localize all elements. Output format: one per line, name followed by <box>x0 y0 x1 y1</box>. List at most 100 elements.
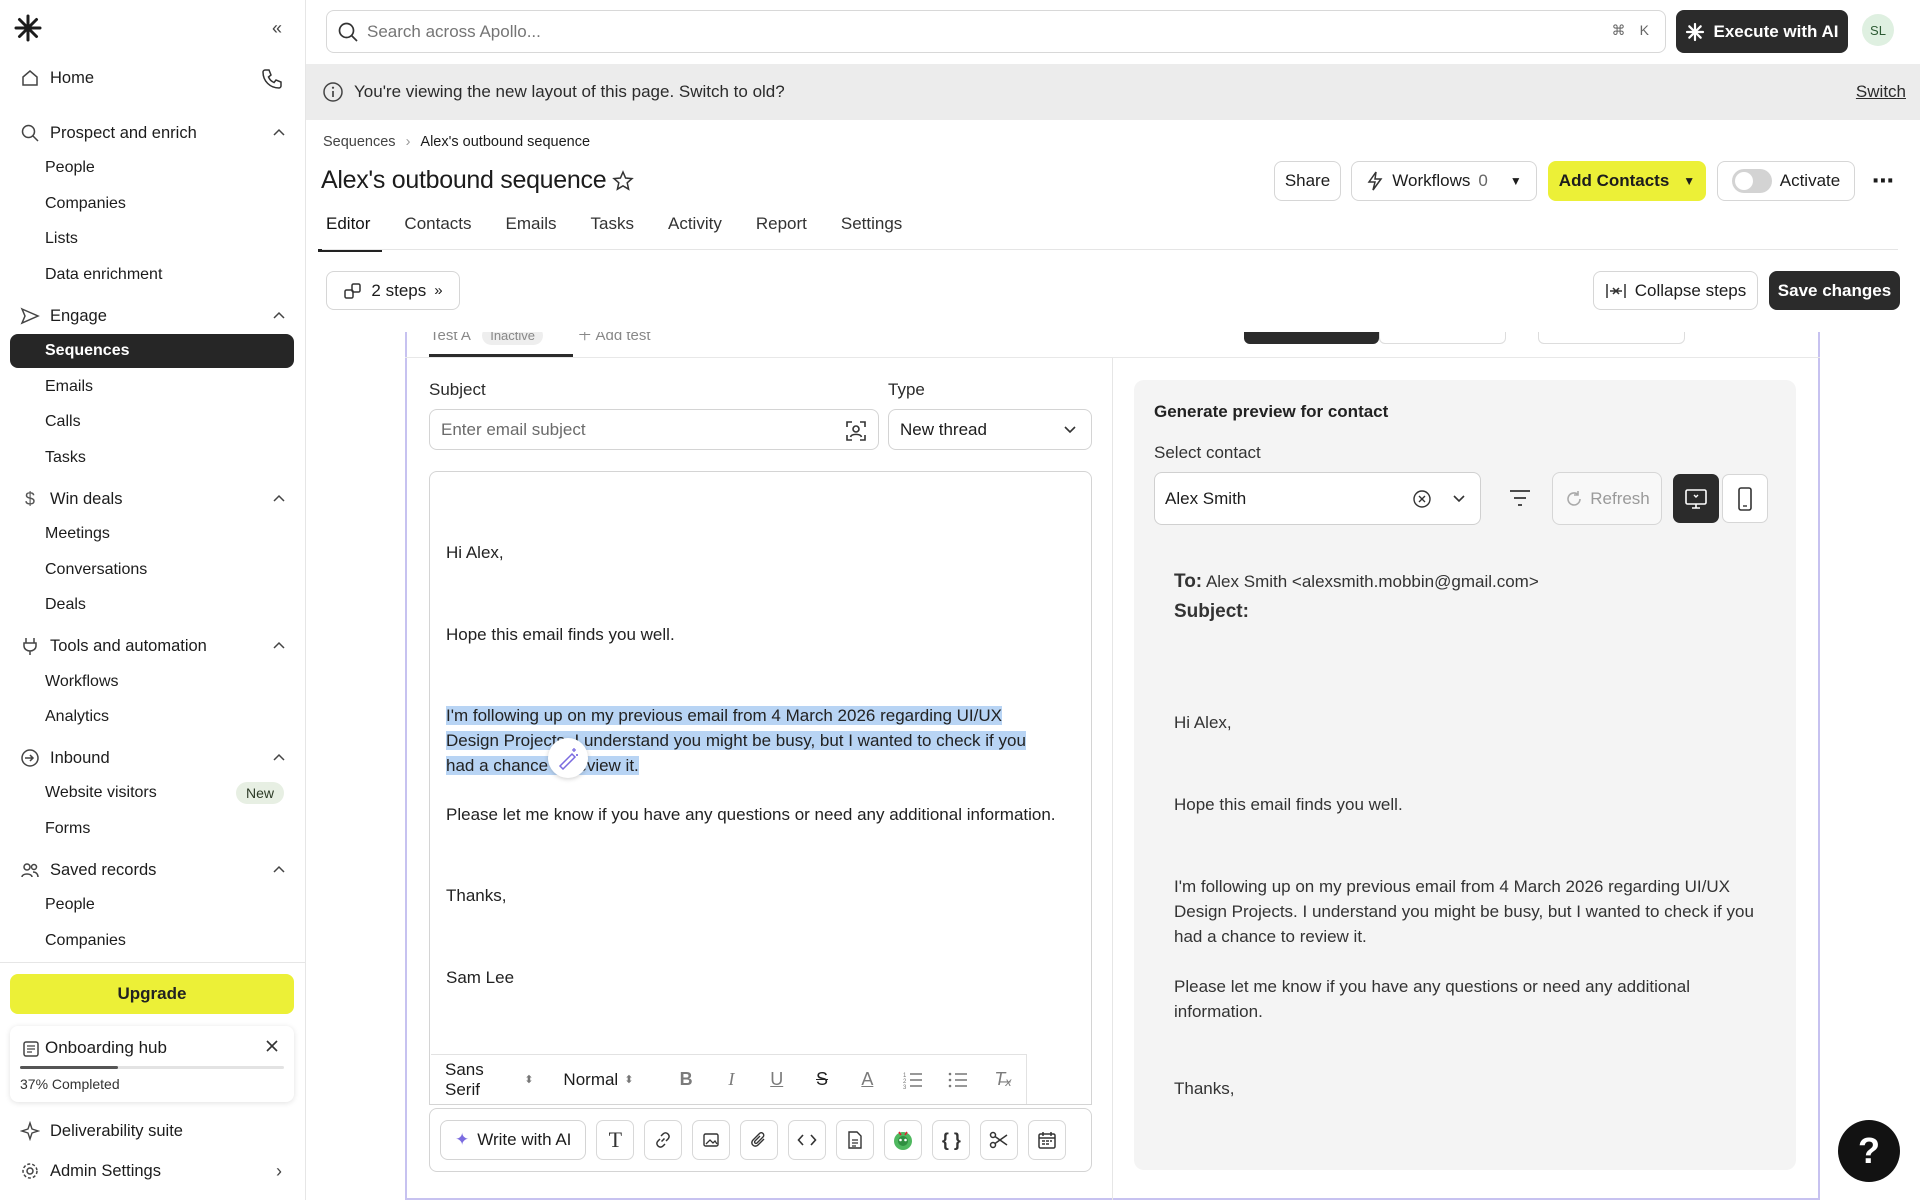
nav-section-inbound[interactable]: Inbound <box>10 741 294 775</box>
sidebar-item-sequences[interactable]: Sequences <box>10 334 294 368</box>
email-body-editor[interactable]: Hi Alex, Hope this email finds you well.… <box>429 471 1092 1105</box>
document-icon[interactable] <box>836 1120 875 1160</box>
breadcrumb-sequences[interactable]: Sequences <box>323 134 396 150</box>
sidebar-item-calls[interactable]: Calls <box>10 405 294 439</box>
font-family-select[interactable]: Sans Serif ⬍ <box>445 1060 533 1100</box>
execute-with-ai-label: Execute with AI <box>1713 21 1839 41</box>
more-options-icon[interactable]: ⋯ <box>1872 168 1895 194</box>
tab-contacts[interactable]: Contacts <box>400 206 475 250</box>
tab-settings[interactable]: Settings <box>837 206 906 250</box>
sidebar-item-conversations[interactable]: Conversations <box>10 553 294 587</box>
tab-emails[interactable]: Emails <box>502 206 561 250</box>
phone-icon[interactable] <box>260 67 284 91</box>
type-select[interactable]: New thread <box>888 409 1092 450</box>
nav-section-saved-records[interactable]: Saved records <box>10 853 294 887</box>
chevron-down-icon[interactable] <box>1452 494 1466 504</box>
nav-section-tools[interactable]: Tools and automation <box>10 629 294 663</box>
avatar[interactable]: SL <box>1862 14 1894 46</box>
share-button[interactable]: Share <box>1274 161 1341 201</box>
tab-activity[interactable]: Activity <box>664 206 726 250</box>
font-size-select[interactable]: Normal ⬍ <box>563 1070 633 1090</box>
variables-icon[interactable]: { } <box>932 1120 971 1160</box>
sidebar-item-forms[interactable]: Forms <box>10 812 294 846</box>
personalize-variable-icon[interactable] <box>844 419 868 443</box>
text-style-icon[interactable]: T <box>596 1120 635 1160</box>
tab-tasks[interactable]: Tasks <box>587 206 638 250</box>
ordered-list-icon[interactable]: 123 <box>890 1071 935 1089</box>
write-with-ai-button[interactable]: ✦ Write with AI <box>440 1120 587 1160</box>
nav-section-win-deals[interactable]: $ Win deals <box>10 482 294 516</box>
preview-subject-label: Subject: <box>1174 601 1249 622</box>
global-search[interactable]: ⌘ K <box>326 10 1666 53</box>
sidebar-item-saved-companies[interactable]: Companies <box>10 924 294 958</box>
bullet-list-icon[interactable] <box>935 1071 980 1089</box>
nav-deliverability-label: Deliverability suite <box>50 1121 183 1140</box>
sidebar-item-deals[interactable]: Deals <box>10 588 294 622</box>
activate-toggle[interactable]: Activate <box>1717 161 1855 201</box>
sidebar-item-data-enrichment[interactable]: Data enrichment <box>10 258 294 292</box>
clear-format-icon[interactable]: T̶ₓ <box>981 1069 1026 1090</box>
nav-deliverability[interactable]: Deliverability suite <box>10 1114 294 1148</box>
desktop-view-button[interactable] <box>1673 474 1719 523</box>
collapse-sidebar-icon[interactable]: « <box>272 18 282 39</box>
sidebar-item-people[interactable]: People <box>10 151 294 185</box>
collapse-steps-button[interactable]: Collapse steps <box>1593 271 1758 310</box>
body-signoff: Thanks, <box>446 886 507 905</box>
sidebar-item-meetings[interactable]: Meetings <box>10 517 294 551</box>
add-contacts-button[interactable]: Add Contacts ▼ <box>1548 161 1706 201</box>
contact-select[interactable]: Alex Smith <box>1154 472 1481 525</box>
item-label: Companies <box>45 195 126 212</box>
home-icon <box>22 70 38 86</box>
nav-section-prospect[interactable]: Prospect and enrich <box>10 116 294 150</box>
text-color-icon[interactable]: A <box>845 1069 890 1090</box>
sidebar-item-workflows[interactable]: Workflows <box>10 665 294 699</box>
nav-section-engage[interactable]: Engage <box>10 299 294 333</box>
image-icon[interactable] <box>692 1120 731 1160</box>
clear-icon[interactable] <box>1412 489 1432 509</box>
sidebar-item-lists[interactable]: Lists <box>10 222 294 256</box>
code-icon[interactable] <box>788 1120 827 1160</box>
underline-icon[interactable]: U <box>754 1069 799 1090</box>
subject-field[interactable]: Enter email subject <box>429 409 879 450</box>
close-icon[interactable] <box>264 1038 280 1054</box>
attachment-icon[interactable] <box>740 1120 779 1160</box>
sidebar-item-tasks[interactable]: Tasks <box>10 441 294 475</box>
tab-report[interactable]: Report <box>752 206 811 250</box>
mobile-view-button[interactable] <box>1722 474 1768 523</box>
filter-icon[interactable] <box>1508 487 1532 509</box>
sidebar-item-saved-people[interactable]: People <box>10 888 294 922</box>
workflows-button[interactable]: Workflows 0 ▼ <box>1351 161 1537 201</box>
onboarding-title: Onboarding hub <box>45 1038 167 1057</box>
sidebar-item-website-visitors[interactable]: Website visitors New <box>10 776 294 810</box>
search-input[interactable] <box>367 21 1517 42</box>
ai-rewrite-wand-button[interactable] <box>548 738 588 778</box>
sidebar-item-companies[interactable]: Companies <box>10 187 294 221</box>
calendar-icon[interactable] <box>1028 1120 1067 1160</box>
item-label: Companies <box>45 932 126 949</box>
item-label: Calls <box>45 413 81 430</box>
type-label: Type <box>888 380 925 399</box>
link-icon[interactable] <box>644 1120 683 1160</box>
tab-editor[interactable]: Editor <box>317 206 383 252</box>
nav-admin-settings[interactable]: Admin Settings › <box>10 1154 294 1188</box>
steps-button[interactable]: 2 steps » <box>326 271 460 310</box>
strikethrough-icon[interactable]: S <box>799 1069 844 1090</box>
nav-home[interactable]: Home <box>10 61 294 95</box>
ai-assistant-icon[interactable] <box>884 1120 923 1160</box>
onboarding-hub-card[interactable]: Onboarding hub 37% Completed <box>10 1026 294 1102</box>
help-button[interactable]: ? <box>1838 1120 1900 1182</box>
refresh-button[interactable]: Refresh <box>1552 472 1662 525</box>
star-icon[interactable] <box>612 170 634 192</box>
sidebar-item-emails[interactable]: Emails <box>10 370 294 404</box>
italic-icon[interactable]: I <box>709 1069 754 1090</box>
bold-icon[interactable]: B <box>663 1069 708 1090</box>
save-changes-button[interactable]: Save changes <box>1769 271 1900 310</box>
apollo-logo-icon[interactable] <box>14 14 42 42</box>
upgrade-button[interactable]: Upgrade <box>10 974 294 1014</box>
sidebar-item-analytics[interactable]: Analytics <box>10 700 294 734</box>
toggle-switch[interactable] <box>1731 169 1772 193</box>
execute-with-ai-button[interactable]: Execute with AI <box>1676 10 1848 53</box>
switch-layout-link[interactable]: Switch <box>1856 82 1906 102</box>
scissors-icon[interactable] <box>980 1120 1019 1160</box>
selected-text: had a chance to review it. <box>446 756 639 775</box>
